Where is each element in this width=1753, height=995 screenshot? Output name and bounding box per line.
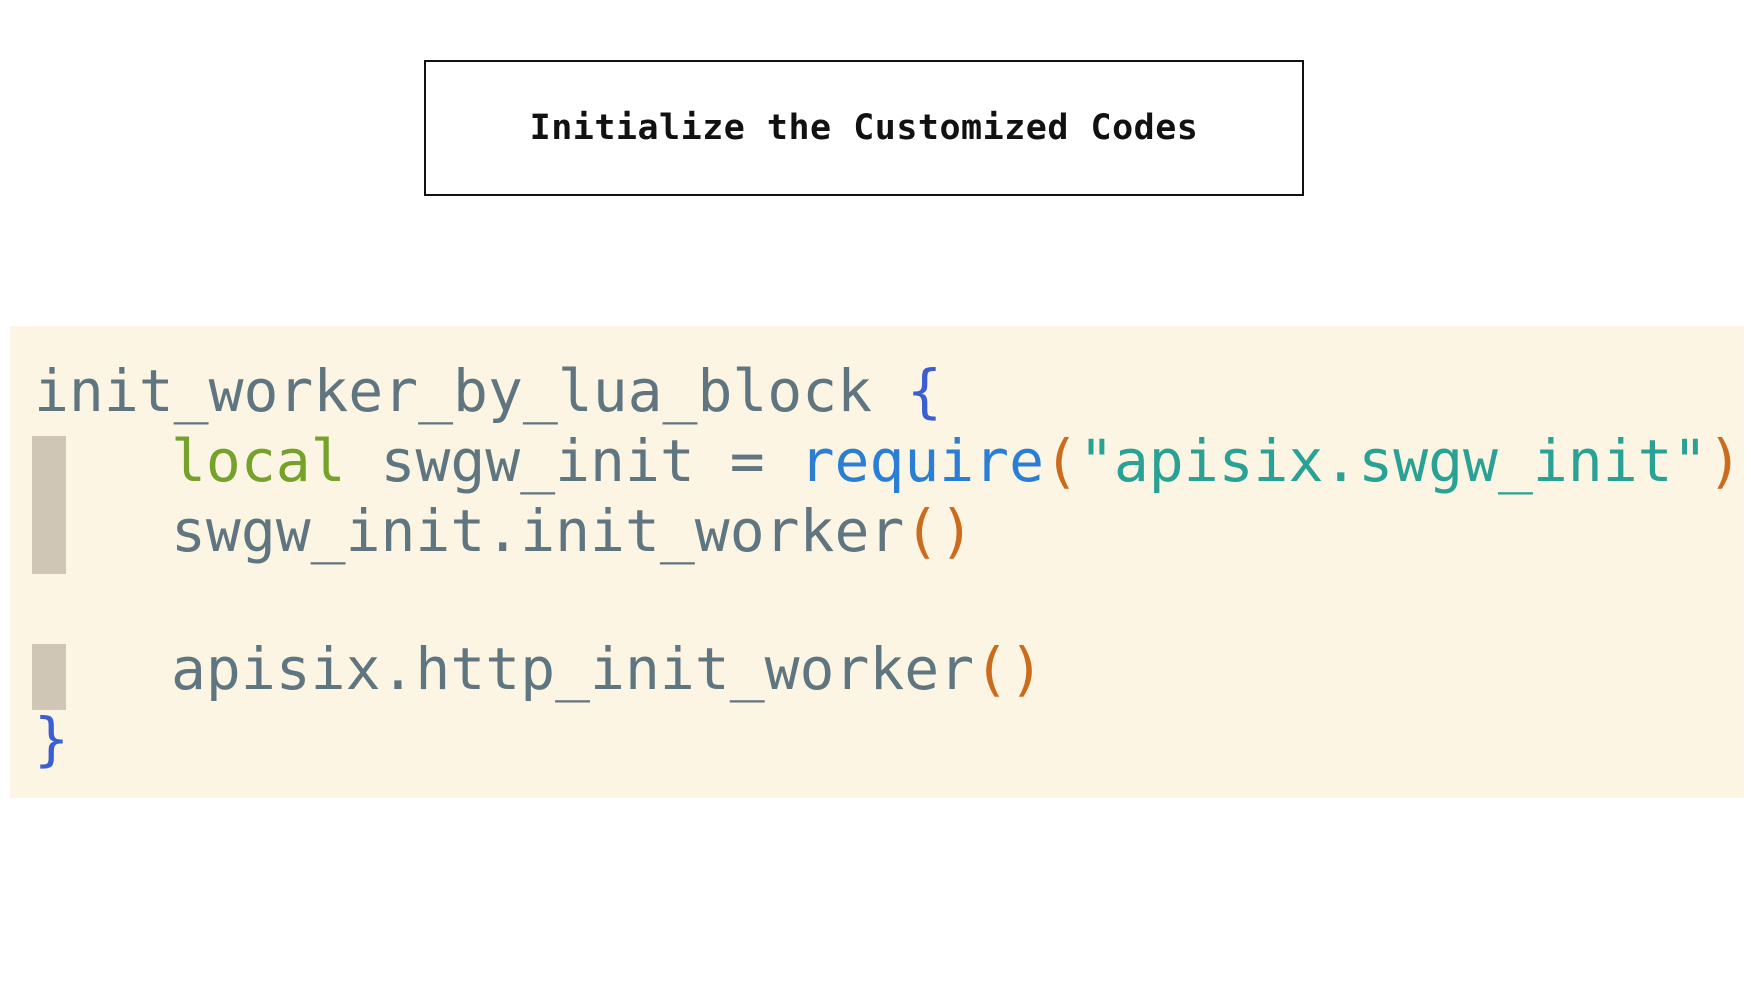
open-brace-token: { (906, 357, 942, 425)
indent-guide (32, 644, 66, 710)
title-box: Initialize the Customized Codes (424, 60, 1304, 196)
code-line-6: } (34, 704, 69, 774)
code-panel: init_worker_by_lua_block { local swgw_in… (10, 326, 1744, 798)
code-line-2: local swgw_init = require("apisix.swgw_i… (171, 426, 1742, 496)
open-paren-token: ( (1044, 427, 1079, 495)
parens-token: () (904, 497, 975, 565)
indent-guide (32, 436, 66, 574)
variable-token: swgw_init (380, 427, 695, 495)
operator-token: = (729, 427, 765, 495)
require-function-token: require (799, 427, 1045, 495)
call-token: swgw_init.init_worker (171, 497, 905, 565)
local-keyword-token: local (171, 427, 346, 495)
code-line-3: swgw_init.init_worker() (171, 496, 974, 566)
code-line-5: apisix.http_init_worker() (171, 634, 1044, 704)
call-token: apisix.http_init_worker (171, 635, 975, 703)
code-line-1: init_worker_by_lua_block { (34, 356, 942, 426)
title-text: Initialize the Customized Codes (529, 108, 1199, 148)
diagram-page: Initialize the Customized Codes init_wor… (0, 0, 1753, 995)
parens-token: () (974, 635, 1044, 703)
directive-token: init_worker_by_lua_block (34, 357, 873, 425)
close-brace-token: } (34, 705, 69, 773)
close-paren-token: ) (1707, 427, 1743, 495)
string-token: "apisix.swgw_init" (1078, 427, 1708, 495)
